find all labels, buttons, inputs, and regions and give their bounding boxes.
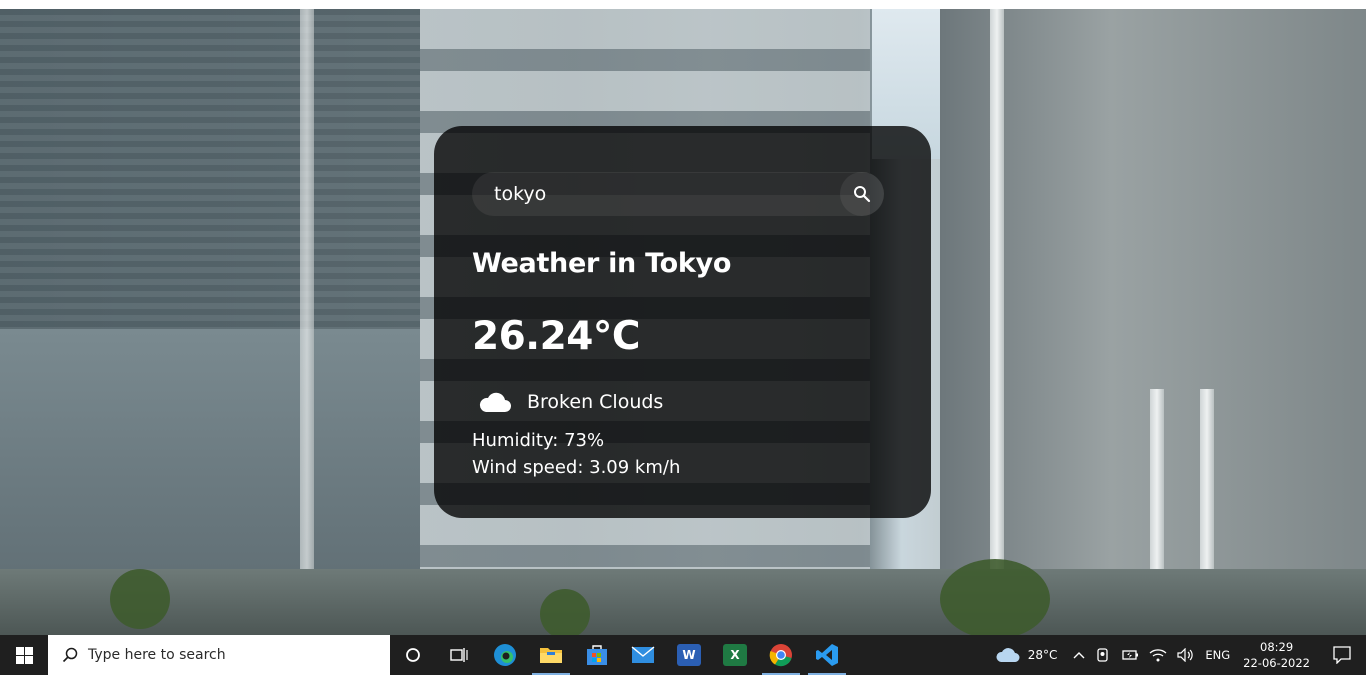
condition-row: Broken Clouds xyxy=(478,390,663,414)
city-search-input[interactable] xyxy=(472,172,834,216)
cloud-icon xyxy=(479,392,511,412)
windows-logo-icon xyxy=(15,646,33,664)
cloud-icon xyxy=(996,648,1020,662)
taskbar-app-word[interactable]: W xyxy=(666,635,712,675)
network-button[interactable] xyxy=(1144,635,1172,675)
condition-text: Broken Clouds xyxy=(527,391,664,413)
excel-icon: X xyxy=(723,644,747,666)
chrome-icon xyxy=(769,644,792,667)
cortana-icon xyxy=(406,648,420,662)
plant xyxy=(110,569,170,629)
temperature: 26.24°C xyxy=(472,314,640,359)
battery-button[interactable] xyxy=(1116,635,1144,675)
taskbar-app-edge[interactable] xyxy=(482,635,528,675)
taskbar-app-vscode[interactable] xyxy=(804,635,850,675)
search-icon xyxy=(854,186,871,203)
taskbar-search-placeholder: Type here to search xyxy=(88,647,226,663)
taskbar-search-box[interactable]: Type here to search xyxy=(48,635,390,675)
weather-card: Weather in Tokyo 26.24°C Broken Clouds H… xyxy=(434,126,931,518)
task-view-button[interactable] xyxy=(436,635,482,675)
pipe xyxy=(990,9,1004,635)
wifi-icon xyxy=(1149,649,1167,662)
wind-speed-text: Wind speed: 3.09 km/h xyxy=(472,457,681,478)
speaker-icon xyxy=(1177,648,1194,662)
taskbar: Type here to search W X 28°C ENG 08:29 2… xyxy=(0,635,1366,675)
taskbar-app-chrome[interactable] xyxy=(758,635,804,675)
notification-icon xyxy=(1333,646,1351,664)
weather-title: Weather in Tokyo xyxy=(472,248,732,279)
taskbar-app-file-explorer[interactable] xyxy=(528,635,574,675)
alley-ground xyxy=(0,569,1366,635)
pipe xyxy=(300,9,314,635)
plant xyxy=(540,589,590,635)
edge-icon xyxy=(494,644,516,666)
cortana-button[interactable] xyxy=(390,635,436,675)
meet-now-button[interactable] xyxy=(1090,635,1116,675)
meet-now-icon xyxy=(1097,648,1109,662)
word-icon: W xyxy=(677,644,701,666)
taskbar-app-mail[interactable] xyxy=(620,635,666,675)
show-hidden-icons-button[interactable] xyxy=(1068,635,1090,675)
language-indicator[interactable]: ENG xyxy=(1200,635,1235,675)
system-tray: 28°C ENG 08:29 22-06-2022 xyxy=(991,635,1366,675)
taskbar-app-excel[interactable]: X xyxy=(712,635,758,675)
clock-time: 08:29 xyxy=(1260,640,1294,654)
clock-date: 22-06-2022 xyxy=(1243,656,1310,670)
weather-widget[interactable]: 28°C xyxy=(991,635,1063,675)
clock[interactable]: 08:29 22-06-2022 xyxy=(1235,639,1318,671)
volume-button[interactable] xyxy=(1172,635,1200,675)
search-button[interactable] xyxy=(840,172,884,216)
store-icon xyxy=(587,645,607,665)
vscode-icon xyxy=(816,644,838,666)
plant xyxy=(940,559,1050,635)
notifications-button[interactable] xyxy=(1318,635,1366,675)
chevron-up-icon xyxy=(1073,652,1085,659)
mail-icon xyxy=(631,646,655,663)
battery-icon xyxy=(1122,650,1139,660)
taskbar-app-store[interactable] xyxy=(574,635,620,675)
humidity-text: Humidity: 73% xyxy=(472,430,605,451)
search-bar xyxy=(472,172,884,216)
start-button[interactable] xyxy=(0,635,48,675)
task-view-icon xyxy=(450,648,468,662)
taskbar-weather-temp: 28°C xyxy=(1027,648,1058,662)
search-icon xyxy=(62,647,78,663)
folder-icon xyxy=(540,648,562,663)
